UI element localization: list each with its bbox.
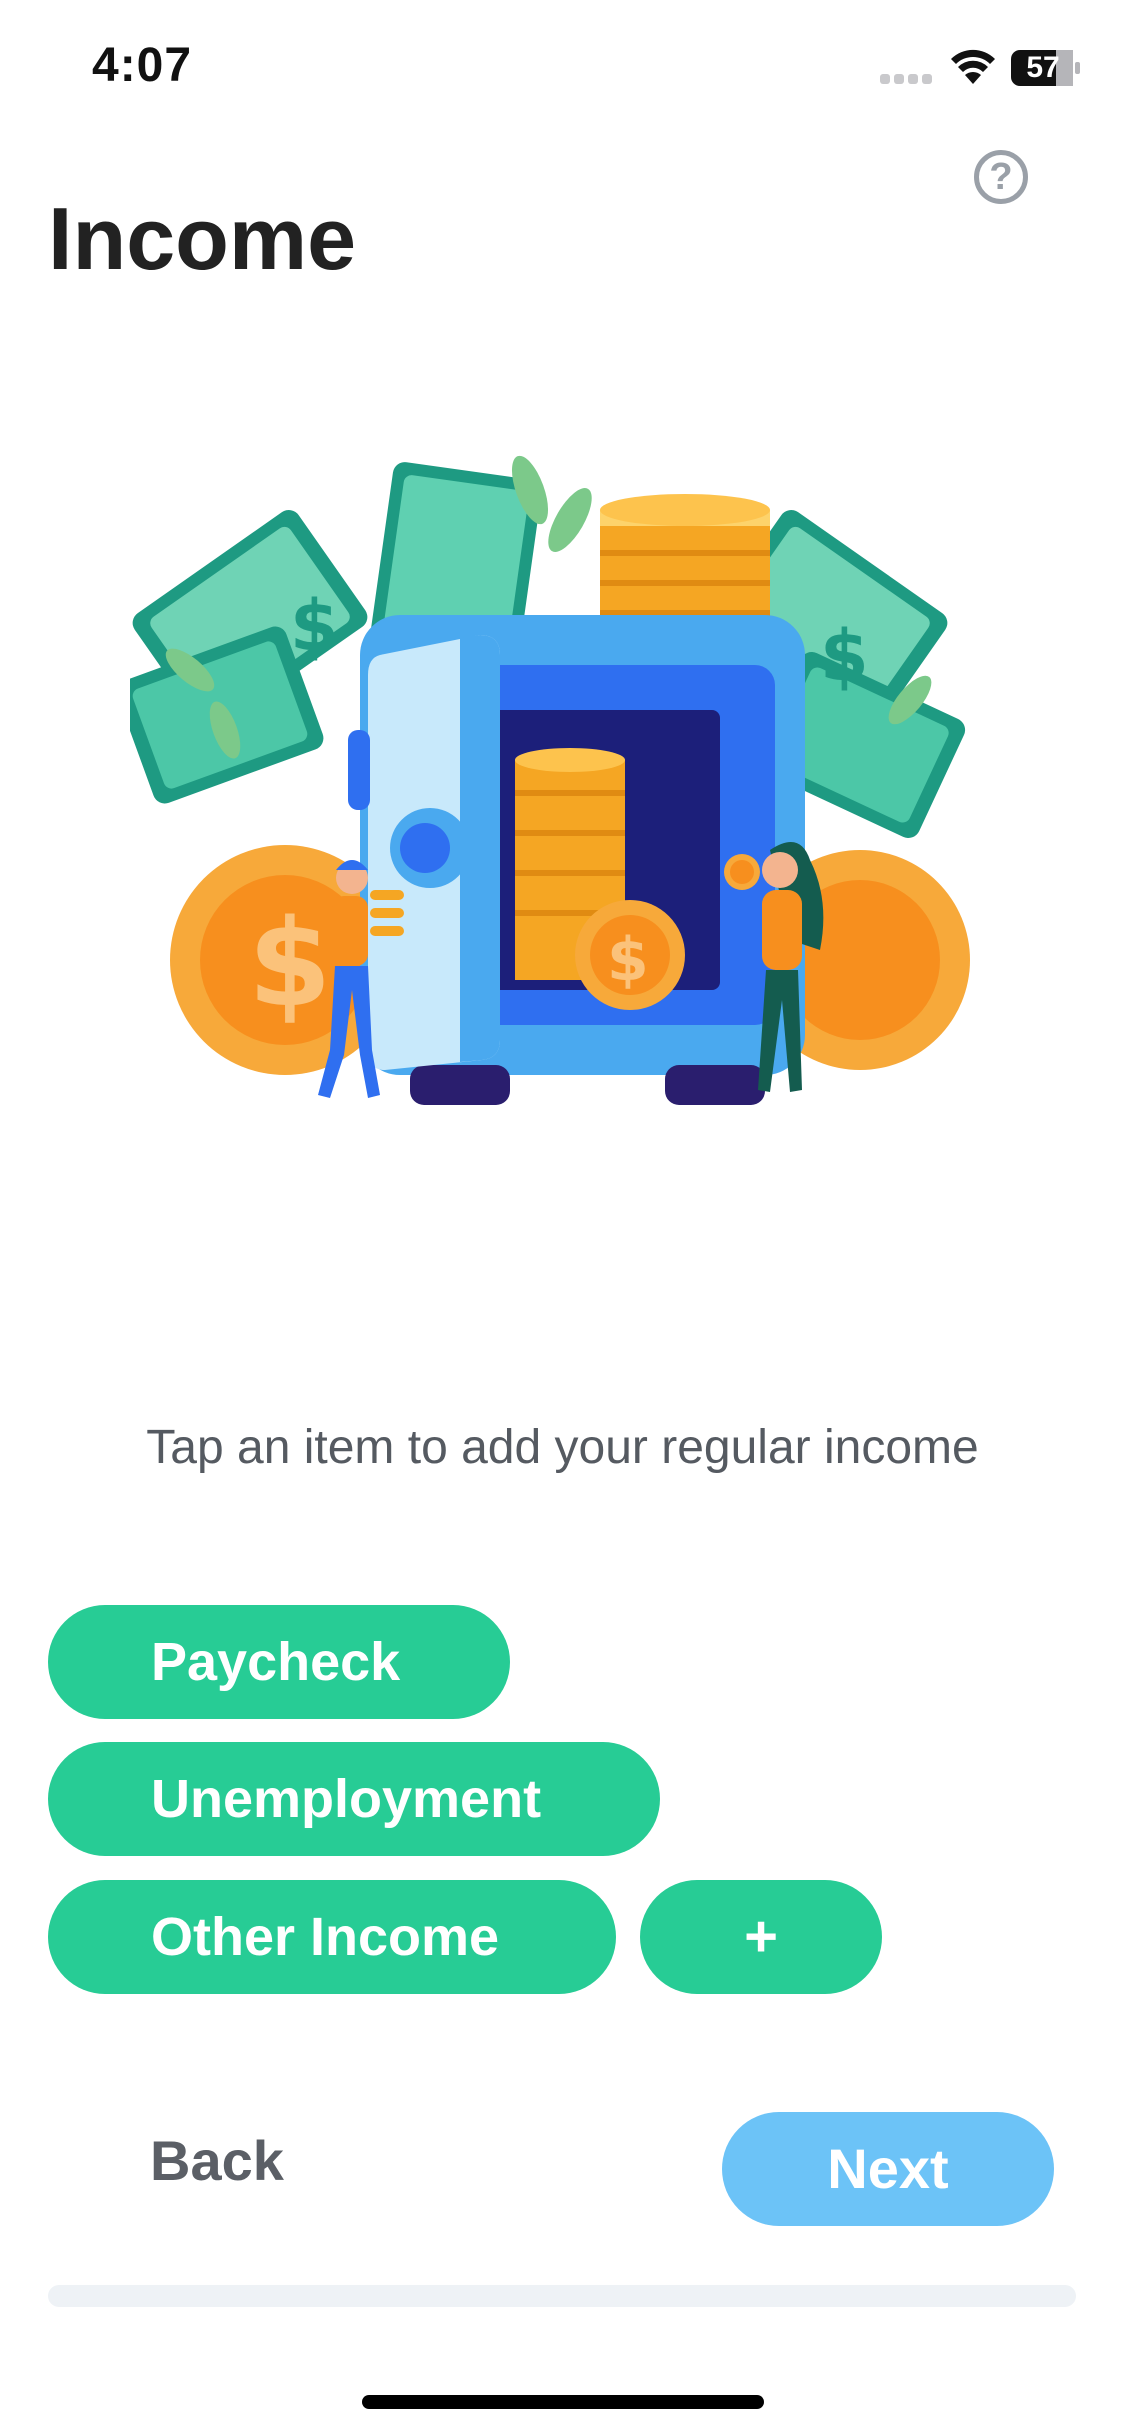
cellular-signal-icon bbox=[880, 74, 932, 84]
income-chip-other-income[interactable]: Other Income bbox=[48, 1880, 616, 1994]
status-time: 4:07 bbox=[92, 39, 193, 92]
home-indicator bbox=[362, 2395, 764, 2409]
instruction-text: Tap an item to add your regular income bbox=[146, 1421, 979, 1474]
income-chip-unemployment[interactable]: Unemployment bbox=[48, 1742, 660, 1856]
svg-text:$: $ bbox=[290, 585, 339, 667]
svg-text:$: $ bbox=[248, 895, 332, 1034]
progress-track bbox=[48, 2285, 1076, 2307]
help-button[interactable]: ? bbox=[974, 150, 1028, 204]
screen: 4:07 57 ? Income $ $ $ $ Tap an item to … bbox=[0, 0, 1125, 2436]
income-chip-paycheck[interactable]: Paycheck bbox=[48, 1605, 510, 1719]
wifi-icon bbox=[951, 49, 995, 84]
add-income-button[interactable]: + bbox=[640, 1880, 882, 1994]
svg-text:$: $ bbox=[820, 615, 869, 697]
battery-level: 57 bbox=[1026, 51, 1060, 84]
safe-illustration: $ $ $ $ bbox=[130, 455, 970, 1105]
svg-text:$: $ bbox=[607, 925, 649, 995]
next-button[interactable]: Next bbox=[722, 2112, 1054, 2226]
question-circle-icon: ? bbox=[989, 155, 1013, 198]
back-button[interactable]: Back bbox=[150, 2128, 284, 2193]
page-title: Income bbox=[48, 189, 357, 288]
